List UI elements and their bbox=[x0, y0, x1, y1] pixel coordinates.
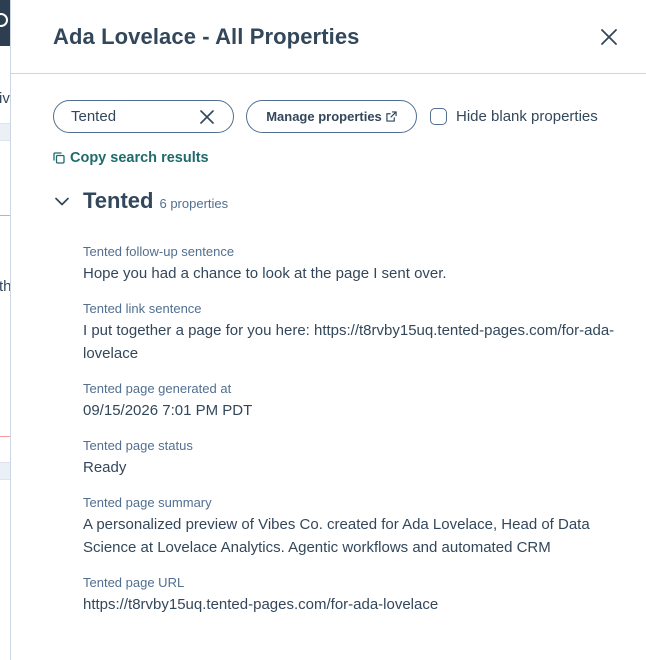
background-divider bbox=[0, 436, 10, 437]
property-value: Hope you had a chance to look at the pag… bbox=[83, 265, 447, 282]
property-item: Tented follow-up sentence Hope you had a… bbox=[83, 243, 623, 285]
property-label: Tented link sentence bbox=[83, 301, 202, 316]
manage-properties-button[interactable]: Manage properties bbox=[246, 100, 417, 133]
property-item: Tented page status Ready bbox=[83, 437, 623, 479]
property-label: Tented follow-up sentence bbox=[83, 244, 235, 259]
background-app: iv th bbox=[0, 0, 11, 660]
hide-blank-label: Hide blank properties bbox=[456, 108, 598, 125]
background-text-fragment: th bbox=[0, 278, 11, 295]
search-field bbox=[53, 100, 234, 133]
property-item: Tented page URL https://t8rvby15uq.tente… bbox=[83, 574, 623, 616]
all-properties-panel: Ada Lovelace - All Properties Manage pro… bbox=[11, 0, 646, 660]
search-input[interactable] bbox=[71, 108, 191, 125]
property-value: A personalized preview of Vibes Co. crea… bbox=[83, 516, 590, 556]
property-value: https://t8rvby15uq.tented-pages.com/for-… bbox=[83, 596, 439, 613]
panel-header: Ada Lovelace - All Properties bbox=[11, 0, 646, 74]
manage-properties-label: Manage properties bbox=[266, 109, 382, 124]
property-item: Tented page summary A personalized previ… bbox=[83, 494, 623, 559]
property-list: Tented follow-up sentence Hope you had a… bbox=[83, 243, 623, 616]
property-label: Tented page generated at bbox=[83, 381, 232, 396]
hide-blank-toggle[interactable]: Hide blank properties bbox=[430, 100, 598, 133]
background-text-fragment: iv bbox=[0, 90, 10, 107]
hide-blank-checkbox[interactable] bbox=[430, 108, 447, 125]
copy-search-results-label: Copy search results bbox=[70, 150, 209, 166]
panel-controls: Manage properties Hide blank properties bbox=[53, 100, 633, 133]
section-collapse-button[interactable] bbox=[53, 192, 71, 210]
property-value: Ready bbox=[83, 459, 127, 476]
background-strip bbox=[0, 123, 10, 141]
clear-search-icon bbox=[200, 110, 214, 124]
property-label: Tented page status bbox=[83, 438, 193, 453]
panel-title: Ada Lovelace - All Properties bbox=[53, 24, 360, 49]
section-title: Tented bbox=[83, 188, 154, 213]
clear-search-button[interactable] bbox=[198, 108, 216, 126]
copy-icon bbox=[53, 152, 65, 164]
section-header: Tented 6 properties bbox=[53, 188, 228, 214]
chevron-down-icon bbox=[55, 197, 69, 205]
close-button[interactable] bbox=[595, 23, 623, 51]
background-divider bbox=[0, 215, 10, 216]
property-item: Tented page generated at 09/15/2026 7:01… bbox=[83, 380, 623, 422]
external-link-icon bbox=[386, 111, 397, 122]
property-value: 09/15/2026 7:01 PM PDT bbox=[83, 402, 253, 419]
section-count: 6 properties bbox=[159, 196, 229, 211]
property-value: I put together a page for you here: http… bbox=[83, 322, 615, 362]
property-item: Tented link sentence I put together a pa… bbox=[83, 300, 623, 365]
property-label: Tented page URL bbox=[83, 575, 185, 590]
copy-search-results-link[interactable]: Copy search results bbox=[53, 150, 209, 166]
property-label: Tented page summary bbox=[83, 495, 212, 510]
background-strip bbox=[0, 462, 10, 480]
close-icon bbox=[601, 29, 617, 45]
